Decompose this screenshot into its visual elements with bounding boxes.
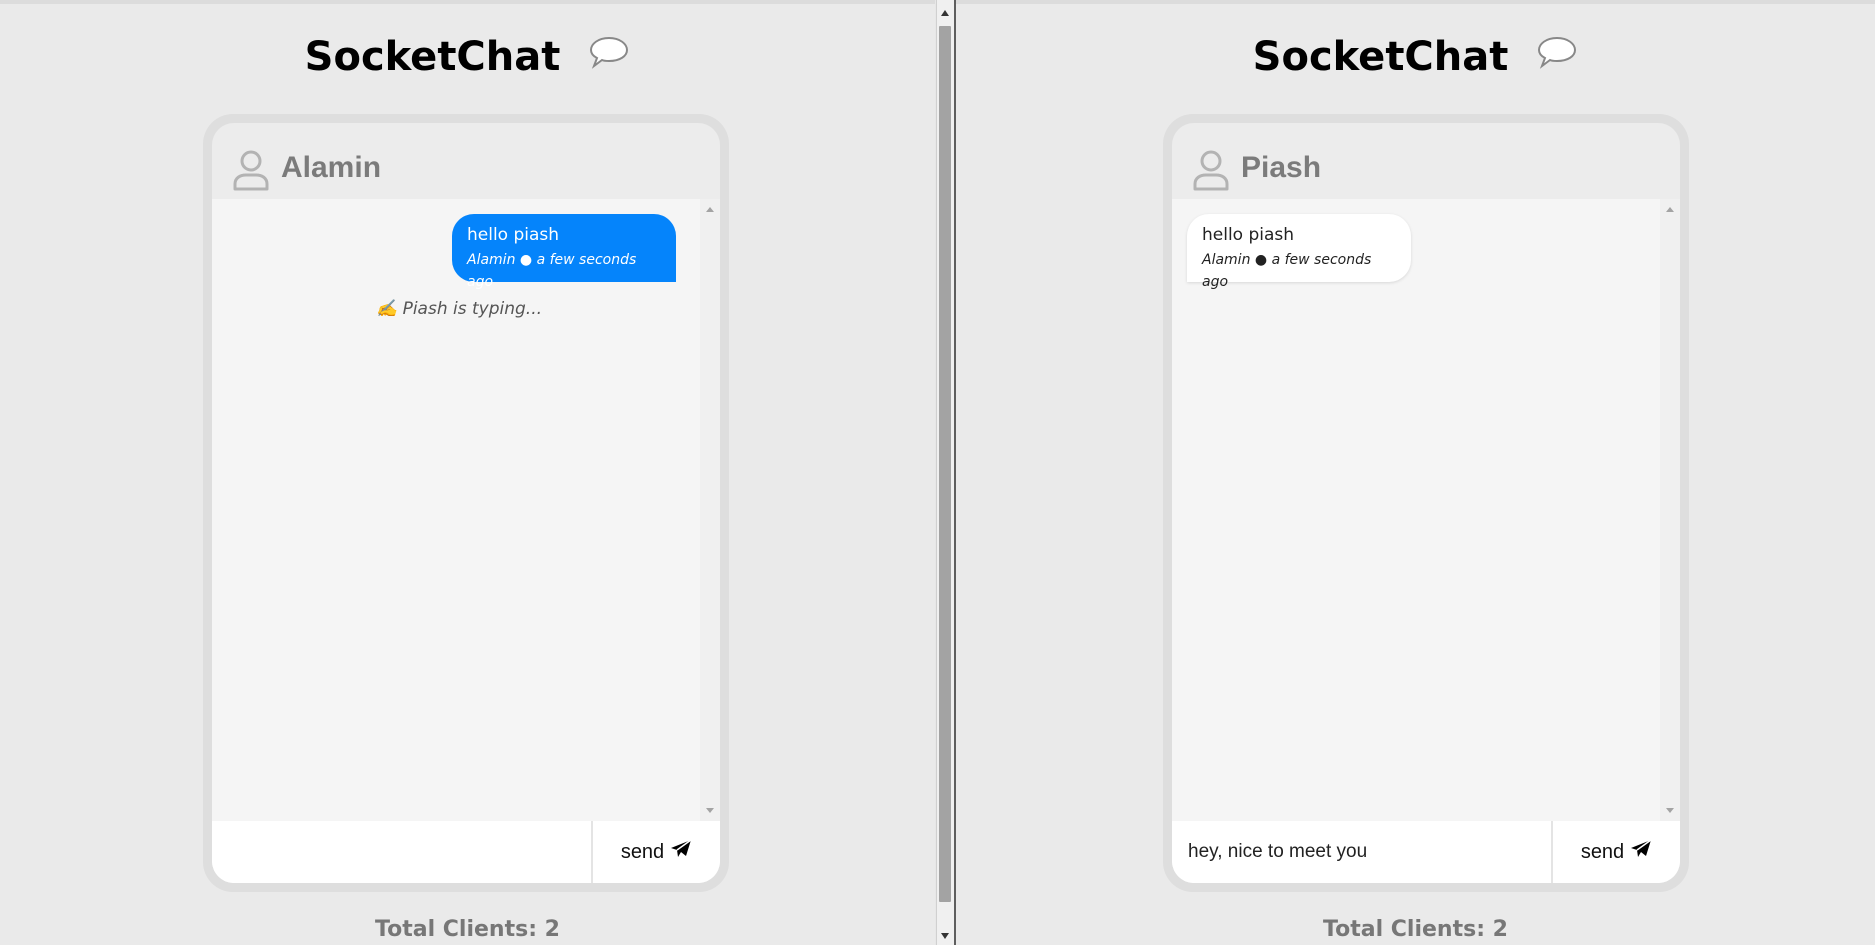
socketchat-app-alamin: SocketChat Alamin hello piash Alamin ● a… xyxy=(0,4,935,945)
username: Alamin xyxy=(281,151,382,184)
paper-plane-icon xyxy=(670,839,692,865)
send-label: send xyxy=(620,840,665,863)
right-browser-pane: SocketChat Piash hello piash Alamin ● a … xyxy=(956,4,1875,945)
message-text: hello piash xyxy=(467,225,560,245)
username: Piash xyxy=(1241,151,1322,184)
composer: send xyxy=(212,821,720,883)
user-icon xyxy=(232,149,270,196)
scroll-up-arrow-icon[interactable] xyxy=(706,207,714,212)
total-clients: Total Clients: 2 xyxy=(375,917,560,942)
message-meta: Alamin ● a few seconds ago xyxy=(467,252,637,290)
app-header: SocketChat xyxy=(956,34,1875,82)
scroll-up-arrow-icon[interactable] xyxy=(1666,207,1674,212)
page-scrollbar[interactable] xyxy=(936,0,955,945)
app-title: SocketChat xyxy=(304,34,561,80)
composer: send xyxy=(1172,821,1680,883)
app-title: SocketChat xyxy=(1252,34,1509,80)
chat-header: Alamin xyxy=(212,123,720,209)
chat-window: Piash hello piash Alamin ● a few seconds… xyxy=(1163,114,1689,892)
message-scrollbar[interactable] xyxy=(1660,199,1680,821)
message-bubble-incoming: hello piash Alamin ● a few seconds ago xyxy=(1187,214,1411,290)
speech-bubble-icon xyxy=(1536,33,1578,79)
scroll-down-arrow-icon[interactable] xyxy=(706,808,714,813)
message-bubble-outgoing: hello piash Alamin ● a few seconds ago xyxy=(452,214,676,290)
message-input[interactable] xyxy=(212,821,591,883)
scroll-up-arrow-icon[interactable] xyxy=(941,10,949,16)
chat-window: Alamin hello piash Alamin ● a few second… xyxy=(203,114,729,892)
total-clients: Total Clients: 2 xyxy=(1323,917,1508,942)
message-meta: Alamin ● a few seconds ago xyxy=(1202,252,1372,290)
left-browser-pane: SocketChat Alamin hello piash Alamin ● a… xyxy=(0,4,935,945)
scroll-down-arrow-icon[interactable] xyxy=(1666,808,1674,813)
message-input[interactable] xyxy=(1172,821,1551,883)
message-list[interactable]: hello piash Alamin ● a few seconds ago ✍… xyxy=(212,199,720,821)
chat-header: Piash xyxy=(1172,123,1680,209)
send-button[interactable]: send xyxy=(591,821,720,883)
message-scrollbar[interactable] xyxy=(700,199,720,821)
typing-indicator: ✍️ Piash is typing... xyxy=(376,299,542,319)
message-list[interactable]: hello piash Alamin ● a few seconds ago xyxy=(1172,199,1680,821)
paper-plane-icon xyxy=(1630,839,1652,865)
app-header: SocketChat xyxy=(0,34,935,82)
scroll-down-arrow-icon[interactable] xyxy=(941,933,949,939)
user-icon xyxy=(1192,149,1230,196)
socketchat-app-piash: SocketChat Piash hello piash Alamin ● a … xyxy=(956,4,1875,945)
scrollbar-thumb[interactable] xyxy=(939,26,951,902)
send-button[interactable]: send xyxy=(1551,821,1680,883)
message-text: hello piash xyxy=(1202,225,1295,245)
send-label: send xyxy=(1580,840,1625,863)
speech-bubble-icon xyxy=(588,33,630,79)
